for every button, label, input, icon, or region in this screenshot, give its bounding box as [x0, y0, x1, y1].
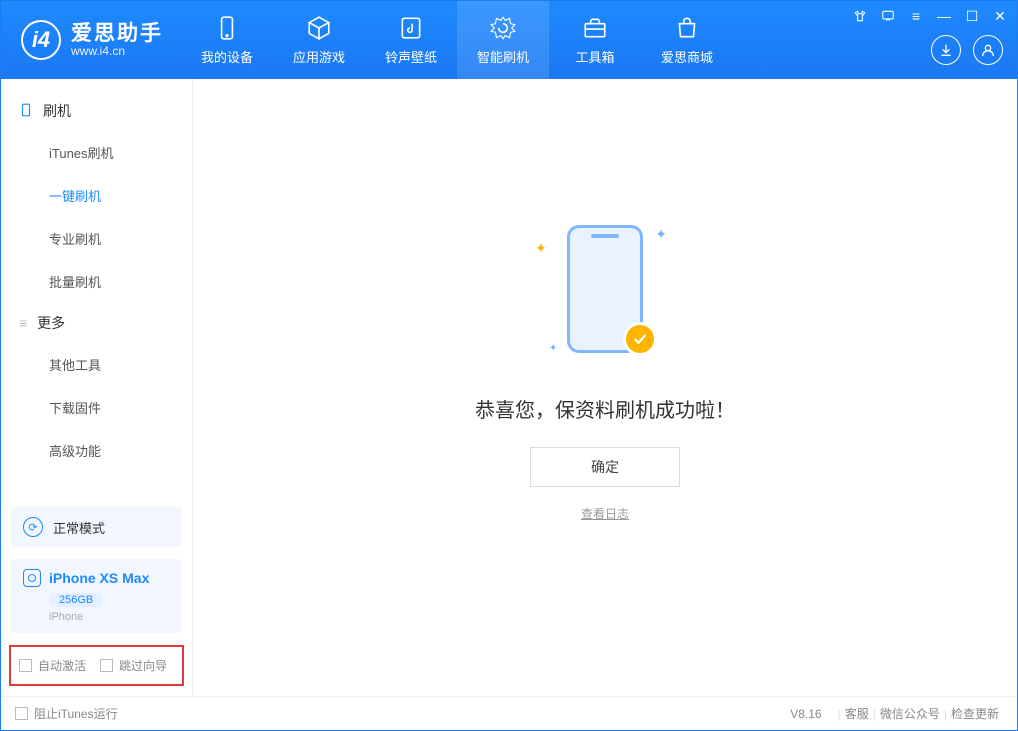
statusbar: 阻止iTunes运行 V8.16 | 客服 | 微信公众号 | 检查更新	[1, 696, 1017, 730]
device-small-icon	[23, 569, 41, 587]
device-info-panel[interactable]: iPhone XS Max 256GB iPhone	[11, 559, 182, 633]
mode-icon: ⟳	[23, 517, 43, 537]
app-name-en: www.i4.cn	[71, 45, 163, 58]
maximize-button[interactable]: ☐	[963, 7, 981, 25]
sidebar-item-download-firmware[interactable]: 下载固件	[1, 386, 192, 429]
nav-label: 智能刷机	[477, 47, 529, 66]
device-mode-panel[interactable]: ⟳ 正常模式	[11, 507, 182, 547]
nav-label: 铃声壁纸	[385, 47, 437, 66]
checkbox-icon	[100, 659, 113, 672]
header-right-icons	[931, 35, 1003, 65]
app-body: 刷机 iTunes刷机 一键刷机 专业刷机 批量刷机 ≡ 更多 其他工具 下载固…	[1, 79, 1017, 696]
nav-toolbox[interactable]: 工具箱	[549, 1, 641, 79]
cube-icon	[306, 15, 332, 41]
close-button[interactable]: ✕	[991, 7, 1009, 25]
device-type: iPhone	[49, 611, 170, 623]
top-nav: 我的设备 应用游戏 铃声壁纸 智能刷机 工具箱 爱思商城	[181, 1, 733, 79]
nav-apps-games[interactable]: 应用游戏	[273, 1, 365, 79]
sidebar: 刷机 iTunes刷机 一键刷机 专业刷机 批量刷机 ≡ 更多 其他工具 下载固…	[1, 79, 193, 696]
sidebar-section-more: ≡ 更多	[1, 303, 192, 343]
sidebar-item-itunes-flash[interactable]: iTunes刷机	[1, 131, 192, 174]
menu-icon[interactable]: ≡	[907, 7, 925, 25]
checkbox-icon	[19, 659, 32, 672]
sidebar-section-flash: 刷机	[1, 91, 192, 131]
sparkle-icon: ✦	[549, 343, 557, 354]
sparkle-icon: ✦	[535, 240, 547, 257]
mode-label: 正常模式	[53, 518, 105, 537]
option-skip-guide[interactable]: 跳过向导	[100, 657, 167, 674]
nav-shop[interactable]: 爱思商城	[641, 1, 733, 79]
device-icon	[214, 15, 240, 41]
nav-label: 我的设备	[201, 47, 253, 66]
app-window: i4 爱思助手 www.i4.cn 我的设备 应用游戏 铃声壁纸 智能刷机	[0, 0, 1018, 731]
download-button[interactable]	[931, 35, 961, 65]
window-controls: ≡ — ☐ ✕	[851, 7, 1009, 25]
option-block-itunes[interactable]: 阻止iTunes运行	[15, 705, 118, 722]
highlighted-options: 自动激活 跳过向导	[9, 645, 184, 686]
main-content: ✦ ✦ ✦ 恭喜您，保资料刷机成功啦！ 确定 查看日志	[193, 79, 1017, 696]
device-capacity: 256GB	[49, 593, 103, 607]
option-auto-activate[interactable]: 自动激活	[19, 657, 86, 674]
checkbox-icon	[15, 707, 28, 720]
nav-my-device[interactable]: 我的设备	[181, 1, 273, 79]
tshirt-icon[interactable]	[851, 7, 869, 25]
sparkle-icon: ✦	[655, 226, 667, 243]
app-name-cn: 爱思助手	[71, 22, 163, 45]
sidebar-item-pro-flash[interactable]: 专业刷机	[1, 217, 192, 260]
view-log-link[interactable]: 查看日志	[581, 505, 629, 522]
nav-label: 爱思商城	[661, 47, 713, 66]
success-message: 恭喜您，保资料刷机成功啦！	[475, 394, 735, 423]
success-illustration: ✦ ✦ ✦	[525, 214, 685, 364]
titlebar: i4 爱思助手 www.i4.cn 我的设备 应用游戏 铃声壁纸 智能刷机	[1, 1, 1017, 79]
sidebar-item-batch-flash[interactable]: 批量刷机	[1, 260, 192, 303]
list-icon: ≡	[19, 315, 27, 331]
section-title: 刷机	[43, 101, 71, 121]
link-support[interactable]: 客服	[841, 705, 873, 722]
nav-label: 应用游戏	[293, 47, 345, 66]
sidebar-item-other-tools[interactable]: 其他工具	[1, 343, 192, 386]
link-wechat[interactable]: 微信公众号	[876, 705, 944, 722]
feedback-icon[interactable]	[879, 7, 897, 25]
music-icon	[398, 15, 424, 41]
success-panel: ✦ ✦ ✦ 恭喜您，保资料刷机成功啦！ 确定 查看日志	[475, 214, 735, 522]
toolbox-icon	[582, 15, 608, 41]
device-name: iPhone XS Max	[49, 570, 149, 586]
checkmark-badge-icon	[623, 322, 657, 356]
sidebar-item-oneclick-flash[interactable]: 一键刷机	[1, 174, 192, 217]
nav-smart-flash[interactable]: 智能刷机	[457, 1, 549, 79]
app-logo: i4 爱思助手 www.i4.cn	[1, 1, 181, 79]
link-check-update[interactable]: 检查更新	[947, 705, 1003, 722]
sidebar-item-advanced[interactable]: 高级功能	[1, 429, 192, 472]
ok-button[interactable]: 确定	[530, 447, 680, 487]
nav-label: 工具箱	[575, 47, 614, 66]
user-button[interactable]	[973, 35, 1003, 65]
shop-icon	[674, 15, 700, 41]
phone-outline-icon	[19, 102, 33, 121]
logo-icon: i4	[21, 20, 61, 60]
section-title: 更多	[37, 313, 65, 333]
version-label: V8.16	[790, 707, 821, 721]
refresh-icon	[490, 15, 516, 41]
minimize-button[interactable]: —	[935, 7, 953, 25]
nav-ringtone-wallpaper[interactable]: 铃声壁纸	[365, 1, 457, 79]
